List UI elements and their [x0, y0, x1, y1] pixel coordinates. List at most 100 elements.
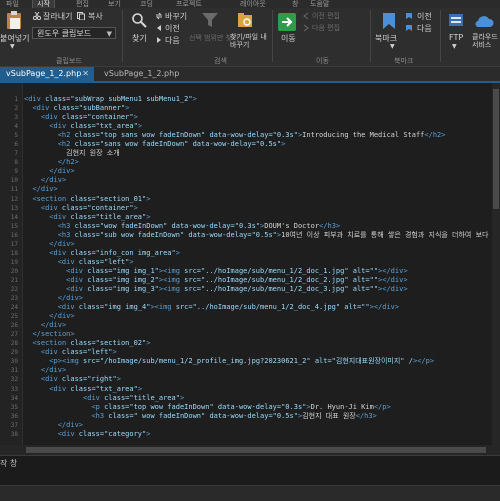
code-editor[interactable]: 1 <div class="subWrap subMenu1 subMenu1_2… [0, 83, 500, 445]
menu-edit[interactable]: 편집 [76, 0, 89, 8]
code-line[interactable]: 7 김현지 원장 소개 [0, 149, 500, 158]
code-line[interactable]: 6 <h2 class="sans wow fadeInDown" data-w… [0, 140, 500, 149]
copy-icon[interactable] [77, 12, 85, 20]
code-line[interactable]: 12 <section class="section_01"> [0, 195, 500, 204]
code-line[interactable]: 1 <div class="subWrap subMenu1 subMenu1_2… [0, 95, 500, 104]
bookmark-prev-icon[interactable] [405, 12, 415, 20]
paste-dropdown-arrow[interactable]: ▼ [10, 43, 15, 50]
line-number: 20 [10, 267, 18, 275]
code-line[interactable]: 20 <div class="img img_1"><img src="../h… [0, 267, 500, 276]
paste-icon[interactable] [4, 10, 24, 30]
tab-label: vSubPage_1_2.php [6, 69, 82, 78]
code-line[interactable]: 10 </div> [0, 176, 500, 185]
back-edit-button: 이전 편집 [312, 12, 340, 20]
code-line[interactable]: 38 <div class="category"> [0, 430, 500, 439]
menu-view[interactable]: 보기 [108, 0, 121, 8]
bookmark-dropdown-arrow[interactable]: ▼ [390, 43, 395, 50]
cut-button[interactable]: 잘라내기 [43, 11, 72, 22]
code-line[interactable]: 19 <div class="left"> [0, 258, 500, 267]
code-line[interactable]: 3 <div class="container"> [0, 113, 500, 122]
code-line[interactable]: 33 <div class="txt_area"> [0, 385, 500, 394]
code-line[interactable]: 35 <p class="top wow fadeInDown" data-wo… [0, 403, 500, 412]
find-prev-icon[interactable] [155, 24, 163, 32]
ftp-icon[interactable] [448, 12, 464, 28]
code-line[interactable]: 16 <h3 class="sub wow fadeInDown" data-w… [0, 231, 500, 240]
code-line[interactable]: 32 <div class="right"> [0, 375, 500, 384]
tab-vsubpage-1-2[interactable]: vSubPage_1_2.php [98, 67, 182, 81]
replace-button[interactable]: 바꾸기 [165, 11, 187, 22]
code-line[interactable]: 27 </section> [0, 330, 500, 339]
cloud-service-button[interactable]: 클라우드 서비스 [472, 33, 500, 49]
code-line[interactable]: 17 </div> [0, 240, 500, 249]
bookmark-prev-button[interactable]: 이전 [417, 11, 432, 22]
menu-help[interactable]: 도움말 [310, 0, 329, 8]
find-prev-button[interactable]: 이전 [165, 23, 180, 34]
code-line[interactable]: 22 <div class="img img_3"><img src="../h… [0, 285, 500, 294]
clipboard-select[interactable]: 윈도우 클립보드 ▼ [32, 27, 116, 39]
code-text: </div> [40, 321, 67, 330]
goto-button[interactable]: 이동 [281, 33, 296, 44]
code-line[interactable]: 37 </div> [0, 421, 500, 430]
code-line[interactable]: 18 <div class="info_con img_area"> [0, 249, 500, 258]
line-number: 7 [14, 150, 18, 158]
code-line[interactable]: 8 </h2> [0, 158, 500, 167]
find-button[interactable]: 찾기 [132, 33, 147, 44]
code-line[interactable]: 11 </div> [0, 185, 500, 194]
code-text: </div> [49, 167, 75, 176]
line-number: 27 [10, 331, 18, 339]
code-line[interactable]: 2 <div class="subBanner"> [0, 104, 500, 113]
code-line[interactable]: 13 <div class="container"> [0, 204, 500, 213]
code-line[interactable]: 14 <div class="title_area"> [0, 213, 500, 222]
menu-window[interactable]: 창 [292, 0, 298, 8]
line-number: 8 [14, 159, 18, 167]
code-text: <div class="subBanner"> [32, 104, 130, 113]
code-line[interactable]: 21 <div class="img img_2"><img src="../h… [0, 276, 500, 285]
find-in-files-icon[interactable] [236, 11, 254, 29]
tab-vsubpage-1-2-active[interactable]: vSubPage_1_2.php ✕ [0, 67, 94, 81]
menu-file[interactable]: 파일 [6, 0, 19, 8]
menu-project[interactable]: 프로젝트 [176, 0, 202, 8]
code-line[interactable]: 9 </div> [0, 167, 500, 176]
status-bar [0, 485, 500, 501]
cloud-icon[interactable] [474, 14, 494, 28]
bookmark-next-icon[interactable] [405, 24, 415, 32]
code-line[interactable]: 5 <h2 class="top sans wow fadeInDown" da… [0, 131, 500, 140]
code-line[interactable]: 30 <p><img src="/hoImage/sub/menu_1/2_pr… [0, 357, 500, 366]
code-line[interactable]: 29 <div class="left"> [0, 348, 500, 357]
code-text: <div class="img img_4"><img src="../hoIm… [57, 303, 400, 312]
horizontal-scrollbar-thumb[interactable] [26, 447, 486, 453]
replace-icon[interactable] [155, 12, 163, 20]
bookmark-next-button[interactable]: 다음 [417, 23, 432, 34]
code-text: </div> [40, 366, 67, 375]
bookmark-icon[interactable] [381, 12, 397, 30]
menu-coding[interactable]: 코딩 [140, 0, 153, 8]
find-icon[interactable] [131, 12, 147, 28]
code-line[interactable]: 36 <h3 class=" wow fadeInDown" data-wow-… [0, 412, 500, 421]
code-text: <div class="container"> [40, 203, 138, 212]
cut-icon[interactable] [33, 12, 41, 20]
ftp-button[interactable]: FTP [449, 33, 463, 42]
copy-button[interactable]: 복사 [88, 11, 103, 22]
menu-home[interactable]: 시작 [32, 0, 55, 8]
vertical-scrollbar-thumb[interactable] [493, 89, 499, 209]
find-in-files-button[interactable]: 찾기/파일 내 바꾸기 [230, 33, 270, 49]
vertical-scrollbar[interactable] [492, 83, 500, 445]
find-next-button[interactable]: 다음 [165, 35, 180, 46]
code-line[interactable]: 28 <section class="section_02"> [0, 339, 500, 348]
goto-arrow-icon[interactable] [278, 13, 296, 31]
line-number: 19 [10, 258, 18, 266]
menu-layout[interactable]: 레이아웃 [240, 0, 266, 8]
code-line[interactable]: 15 <h3 class="wow fadeInDown" data-wow-d… [0, 222, 500, 231]
code-line[interactable]: 23 </div> [0, 294, 500, 303]
code-line[interactable]: 4 <div class="txt_area"> [0, 122, 500, 131]
code-line[interactable]: 25 </div> [0, 312, 500, 321]
find-next-icon[interactable] [155, 36, 163, 44]
horizontal-scrollbar[interactable] [0, 445, 500, 455]
code-line[interactable]: 24 <div class="img img_4"><img src="../h… [0, 303, 500, 312]
ribbon-divider [370, 10, 371, 62]
code-line[interactable]: 26 </div> [0, 321, 500, 330]
code-line[interactable]: 31 </div> [0, 366, 500, 375]
ftp-dropdown-arrow[interactable]: ▼ [452, 43, 457, 50]
code-line[interactable]: 34 <div class="title_area"> [0, 394, 500, 403]
close-icon[interactable]: ✕ [82, 67, 89, 81]
